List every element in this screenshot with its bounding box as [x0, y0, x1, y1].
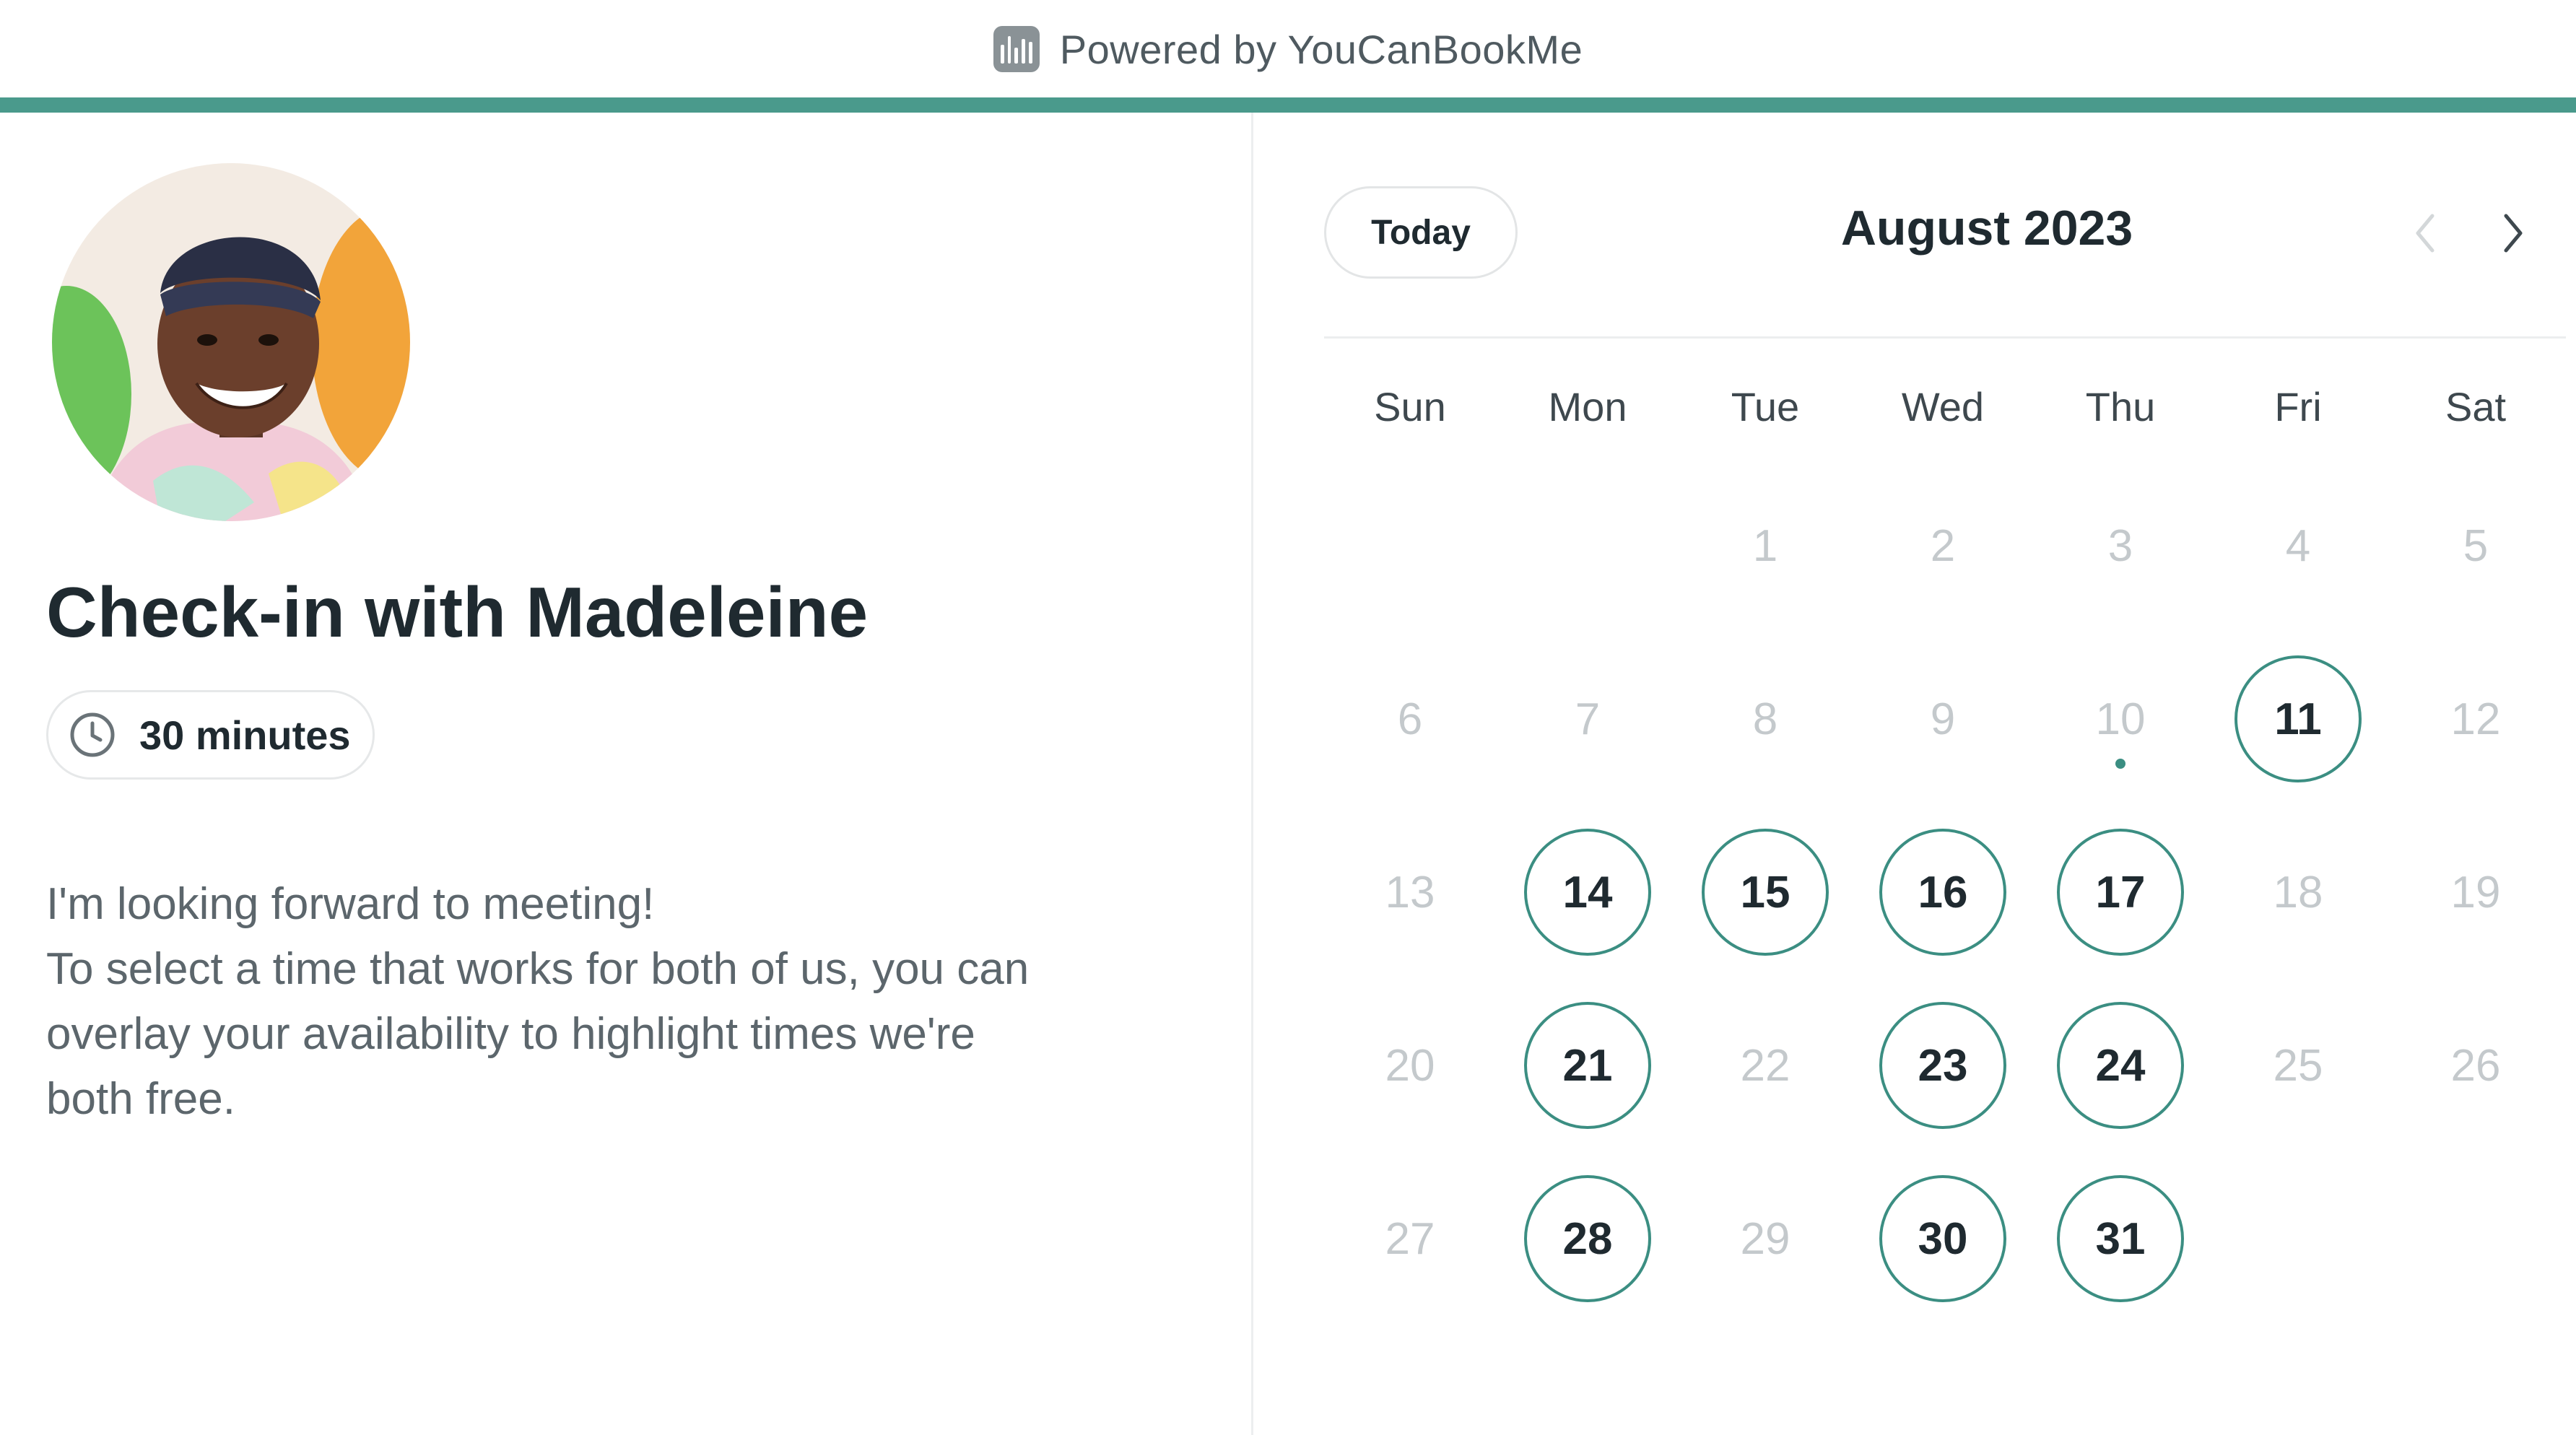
avatar — [52, 163, 410, 521]
unavailable-day-2: 2 — [1930, 520, 1956, 571]
available-day-15[interactable]: 15 — [1702, 829, 1829, 956]
unavailable-day-4: 4 — [2285, 520, 2311, 571]
description-line: both free. — [46, 1074, 235, 1124]
unavailable-day-26: 26 — [2450, 1040, 2501, 1091]
powered-by-banner[interactable]: Powered by YouCanBookMe — [0, 0, 2576, 98]
available-day-24[interactable]: 24 — [2057, 1002, 2184, 1129]
available-day-23[interactable]: 23 — [1879, 1002, 2006, 1129]
unavailable-day-9: 9 — [1930, 694, 1956, 744]
available-day-31[interactable]: 31 — [2057, 1175, 2184, 1302]
available-day-17[interactable]: 17 — [2057, 829, 2184, 956]
unavailable-day-13: 13 — [1385, 867, 1435, 917]
unavailable-day-27: 27 — [1385, 1213, 1435, 1264]
weekday-sat: Sat — [2445, 384, 2507, 429]
today-button[interactable]: Today — [1324, 186, 1518, 279]
available-day-28[interactable]: 28 — [1524, 1175, 1651, 1302]
calendar-panel: Today August 2023 Sun Mon Tue Wed Thu Fri Sat … — [1253, 113, 2576, 1435]
available-day-16[interactable]: 16 — [1879, 829, 2006, 956]
weekday-sun: Sun — [1374, 384, 1446, 429]
weekday-tue: Tue — [1731, 384, 1800, 429]
event-title: Check-in with Madeleine — [46, 572, 869, 652]
weekday-fri: Fri — [2274, 384, 2322, 429]
chevron-right-icon — [2504, 214, 2523, 253]
youcanbookme-logo-icon — [993, 26, 1040, 72]
event-info-panel: Check-in with Madeleine 30 minutes I'm l… — [0, 113, 1251, 1435]
previous-month-button[interactable] — [2393, 201, 2458, 266]
powered-by-text: Powered by YouCanBookMe — [1059, 26, 1583, 72]
available-day-30[interactable]: 30 — [1879, 1175, 2006, 1302]
unavailable-day-18: 18 — [2273, 867, 2323, 917]
calendar-header-divider — [1324, 336, 2566, 339]
unavailable-day-6: 6 — [1397, 694, 1423, 744]
unavailable-day-12: 12 — [2450, 694, 2501, 744]
unavailable-day-1: 1 — [1752, 520, 1778, 571]
next-month-button[interactable] — [2481, 201, 2546, 266]
unavailable-day-29: 29 — [1740, 1213, 1790, 1264]
clock-icon — [70, 712, 115, 757]
description-line: To select a time that works for both of … — [46, 944, 1030, 994]
unavailable-day-19: 19 — [2450, 867, 2501, 917]
unavailable-day-5: 5 — [2463, 520, 2489, 571]
duration-badge: 30 minutes — [46, 690, 375, 780]
weekday-mon: Mon — [1548, 384, 1627, 429]
today-indicator-dot — [2115, 759, 2125, 769]
unavailable-day-7: 7 — [1575, 694, 1601, 744]
available-day-21[interactable]: 21 — [1524, 1002, 1651, 1129]
unavailable-day-3: 3 — [2107, 520, 2133, 571]
event-description: I'm looking forward to meeting! To selec… — [46, 872, 1201, 1132]
description-line: overlay your availability to highlight t… — [46, 1009, 975, 1059]
unavailable-day-22: 22 — [1740, 1040, 1790, 1091]
chevron-left-icon — [2416, 214, 2434, 253]
available-day-11[interactable]: 11 — [2235, 655, 2362, 782]
unavailable-day-25: 25 — [2273, 1040, 2323, 1091]
unavailable-day-20: 20 — [1385, 1040, 1435, 1091]
available-day-14[interactable]: 14 — [1524, 829, 1651, 956]
weekday-wed: Wed — [1901, 384, 1985, 429]
weekday-thu: Thu — [2085, 384, 2156, 429]
accent-bar — [0, 97, 2576, 113]
description-line: I'm looking forward to meeting! — [46, 879, 655, 929]
unavailable-day-8: 8 — [1752, 694, 1778, 744]
duration-text: 30 minutes — [139, 712, 351, 758]
